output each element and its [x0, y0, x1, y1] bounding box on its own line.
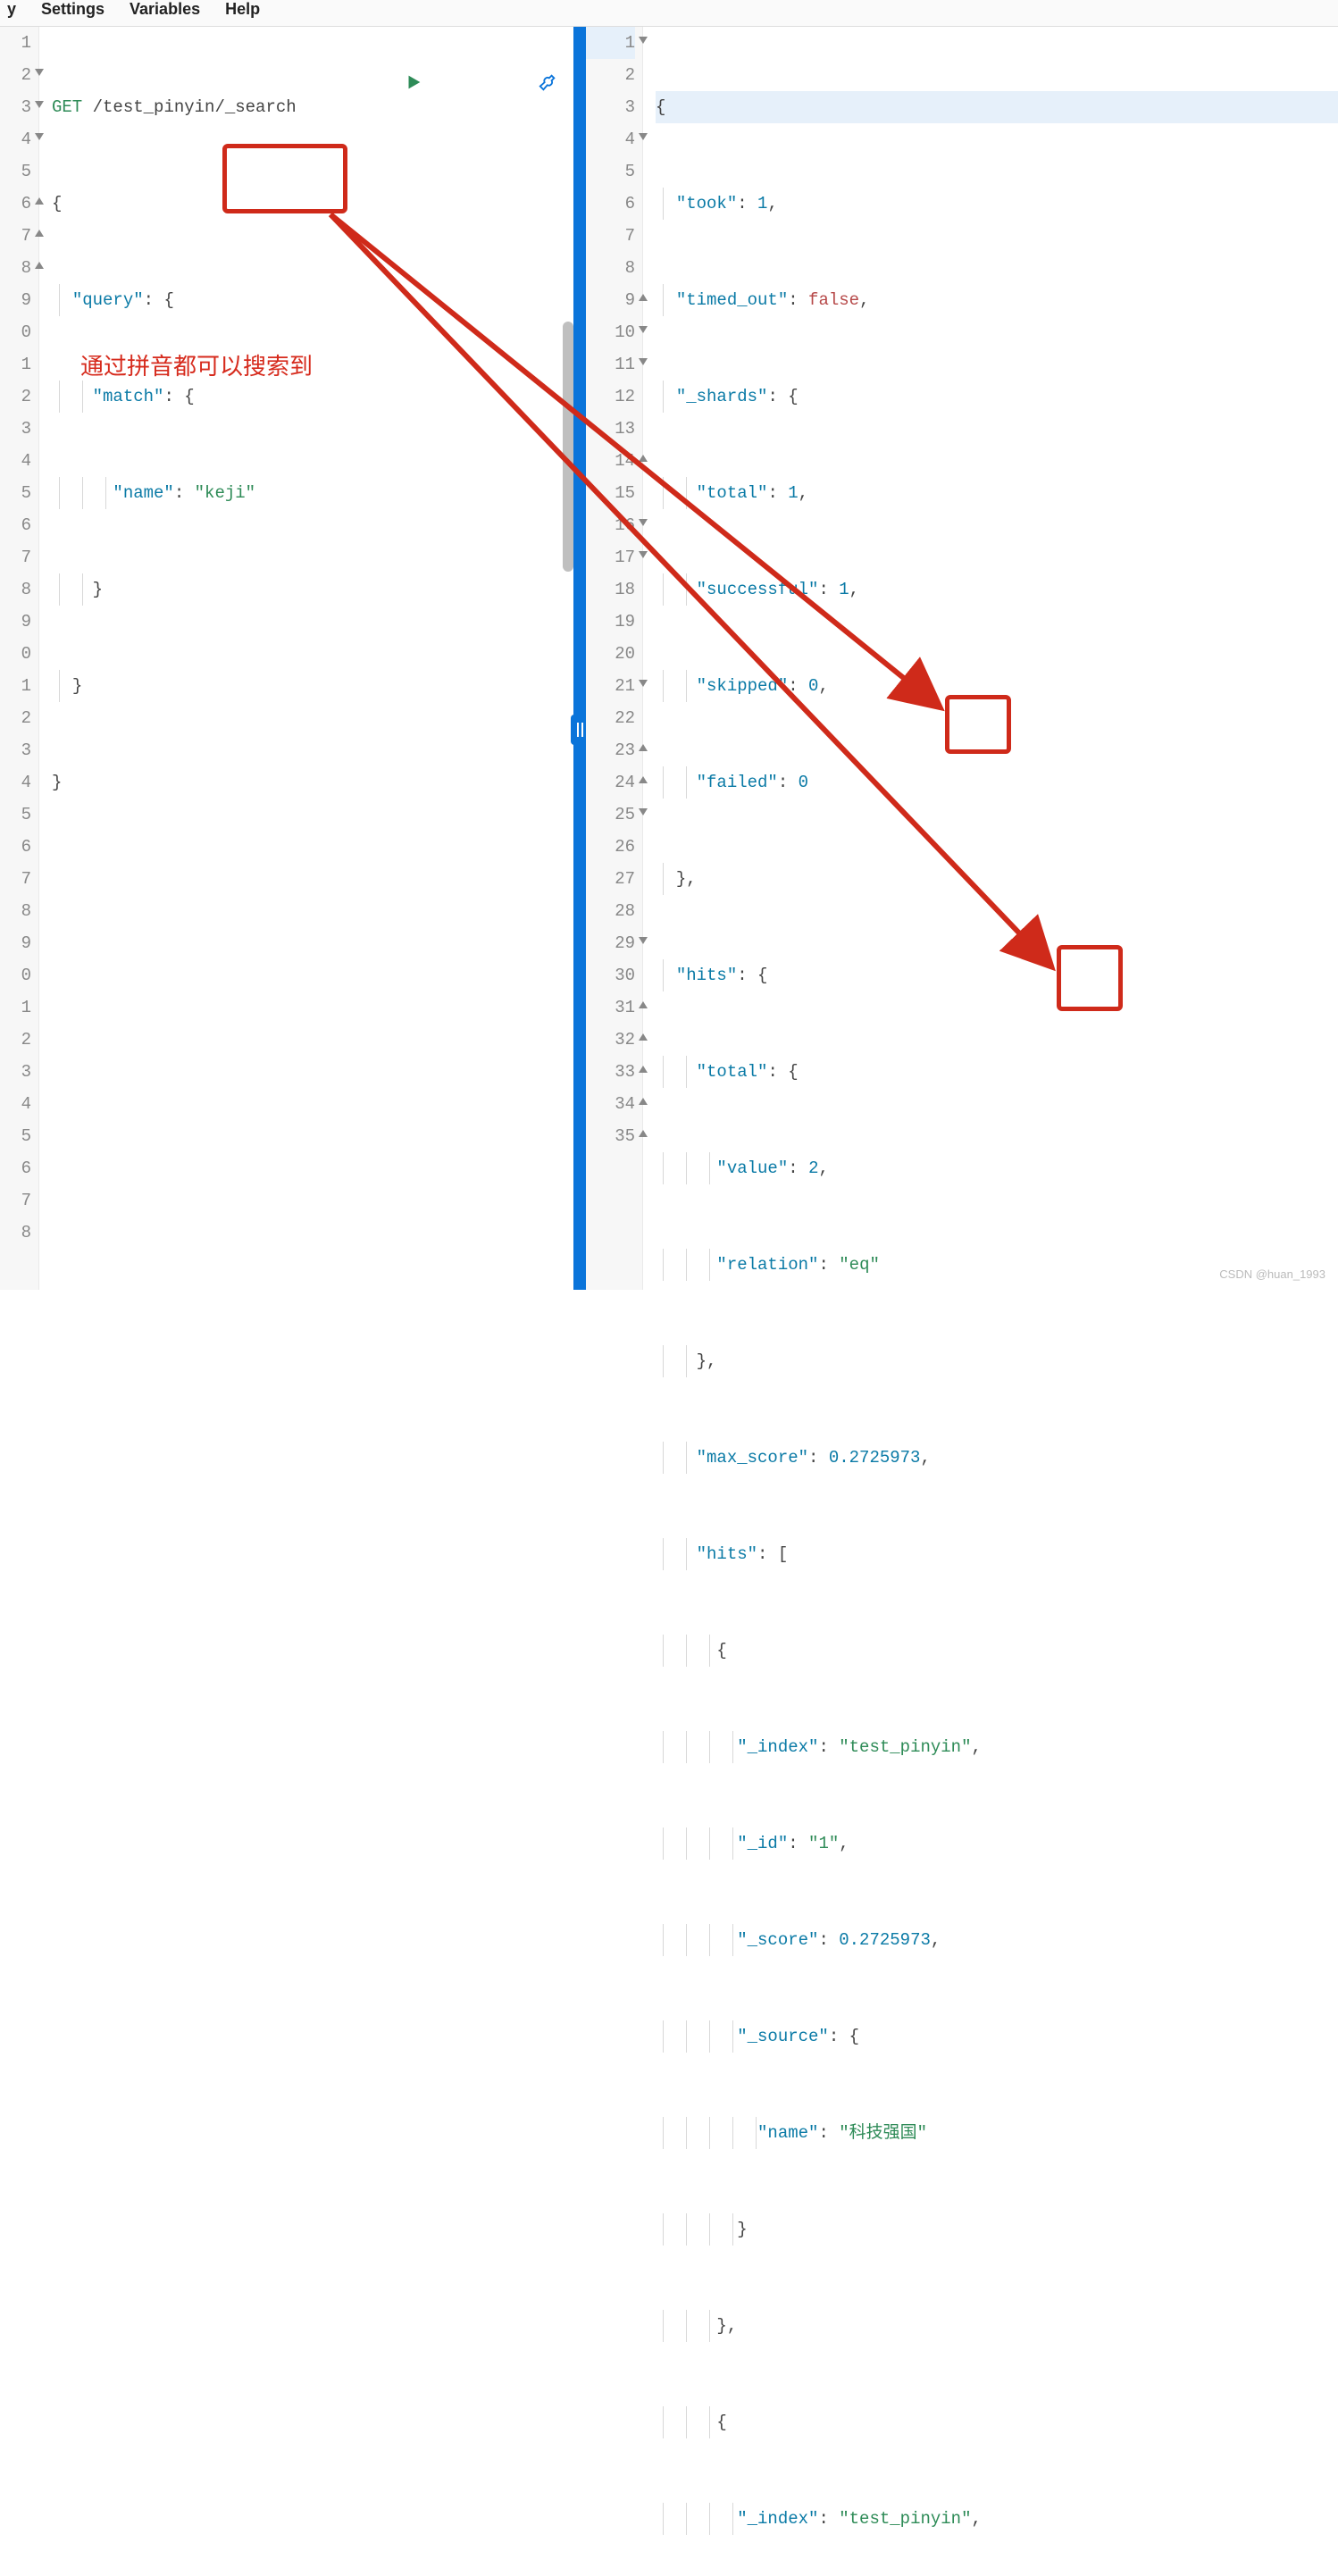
line-number: 27 — [586, 863, 635, 895]
http-method: GET — [52, 97, 82, 117]
line-number: 24 — [586, 766, 635, 799]
line-number: 35 — [586, 1120, 635, 1152]
line-number: 14 — [586, 445, 635, 477]
line-number: 29 — [586, 927, 635, 959]
line-number: 5 — [0, 799, 31, 831]
line-number: 34 — [586, 1088, 635, 1120]
line-number: 2 — [0, 702, 31, 734]
line-number: 8 — [0, 1217, 31, 1249]
watermark: CSDN @huan_1993 — [1219, 1267, 1325, 1281]
line-number: 28 — [586, 895, 635, 927]
line-number: 6 — [0, 831, 31, 863]
line-number: 9 — [0, 284, 31, 316]
line-number: 1 — [0, 670, 31, 702]
line-number: 5 — [0, 155, 31, 188]
line-number: 25 — [586, 799, 635, 831]
line-number: 3 — [0, 91, 31, 123]
line-number: 6 — [0, 1152, 31, 1184]
line-number: 26 — [586, 831, 635, 863]
menu-item-variables[interactable]: Variables — [130, 0, 200, 19]
line-number: 9 — [0, 606, 31, 638]
line-number: 12 — [586, 381, 635, 413]
annotation-text: 通过拼音都可以搜索到 — [80, 348, 313, 381]
wrench-icon[interactable] — [436, 39, 557, 136]
line-number: 0 — [0, 316, 31, 348]
line-number: 5 — [0, 477, 31, 509]
line-number: 2 — [0, 381, 31, 413]
line-number: 15 — [586, 477, 635, 509]
line-number: 16 — [586, 509, 635, 541]
line-number: 4 — [0, 123, 31, 155]
line-number: 6 — [586, 188, 635, 220]
request-path: /test_pinyin/_search — [93, 97, 297, 117]
editor-container: 1 2 3 4 5 6 7 8 9 0 1 2 3 4 5 6 7 8 9 0 … — [0, 27, 1338, 1290]
request-pane: 1 2 3 4 5 6 7 8 9 0 1 2 3 4 5 6 7 8 9 0 … — [0, 27, 573, 1290]
line-number: 7 — [0, 1184, 31, 1217]
line-number: 5 — [586, 155, 635, 188]
line-number: 1 — [0, 348, 31, 381]
menu-bar: y Settings Variables Help — [0, 0, 1338, 27]
response-pane: 1 2 3 4 5 6 7 8 9 10 11 12 13 14 15 16 1… — [586, 27, 1338, 1290]
line-number: 7 — [0, 220, 31, 252]
line-number: 9 — [586, 284, 635, 316]
line-number: 19 — [586, 606, 635, 638]
pane-divider[interactable] — [573, 27, 586, 1290]
line-number: 3 — [0, 413, 31, 445]
line-number: 0 — [0, 638, 31, 670]
line-number: 8 — [0, 252, 31, 284]
request-code[interactable]: GET /test_pinyin/_search { "query": { "m… — [39, 27, 573, 1290]
line-number: 4 — [0, 445, 31, 477]
gutter-left: 1 2 3 4 5 6 7 8 9 0 1 2 3 4 5 6 7 8 9 0 … — [0, 27, 39, 1290]
line-number: 4 — [586, 123, 635, 155]
line-number: 8 — [586, 252, 635, 284]
line-number: 11 — [586, 348, 635, 381]
line-number: 0 — [0, 959, 31, 991]
line-number: 13 — [586, 413, 635, 445]
line-number: 1 — [0, 27, 31, 59]
response-code[interactable]: { "took": 1, "timed_out": false, "_shard… — [643, 27, 1338, 1290]
line-number: 8 — [0, 895, 31, 927]
line-number: 23 — [586, 734, 635, 766]
line-number: 3 — [0, 734, 31, 766]
line-number: 3 — [0, 1056, 31, 1088]
menu-item-settings[interactable]: Settings — [41, 0, 105, 19]
line-number: 17 — [586, 541, 635, 573]
menu-item-y[interactable]: y — [7, 0, 16, 19]
menu-item-help[interactable]: Help — [225, 0, 260, 19]
line-number: 4 — [0, 1088, 31, 1120]
line-number: 2 — [586, 59, 635, 91]
line-number: 33 — [586, 1056, 635, 1088]
line-number: 7 — [0, 541, 31, 573]
line-number: 10 — [586, 316, 635, 348]
line-number: 21 — [586, 670, 635, 702]
play-icon[interactable] — [302, 39, 423, 136]
line-number: 1 — [0, 991, 31, 1024]
scrollbar-vertical[interactable] — [563, 322, 573, 572]
line-number: 3 — [586, 91, 635, 123]
line-number: 9 — [0, 927, 31, 959]
line-number: 4 — [0, 766, 31, 799]
line-number: 8 — [0, 573, 31, 606]
line-number: 6 — [0, 509, 31, 541]
line-number: 20 — [586, 638, 635, 670]
line-number: 1 — [586, 27, 635, 59]
line-number: 31 — [586, 991, 635, 1024]
line-number: 2 — [0, 1024, 31, 1056]
line-number: 2 — [0, 59, 31, 91]
line-number: 22 — [586, 702, 635, 734]
line-number: 32 — [586, 1024, 635, 1056]
line-number: 30 — [586, 959, 635, 991]
line-number: 5 — [0, 1120, 31, 1152]
line-number: 6 — [0, 188, 31, 220]
line-number: 7 — [586, 220, 635, 252]
gutter-right: 1 2 3 4 5 6 7 8 9 10 11 12 13 14 15 16 1… — [586, 27, 643, 1290]
line-number: 7 — [0, 863, 31, 895]
line-number: 18 — [586, 573, 635, 606]
